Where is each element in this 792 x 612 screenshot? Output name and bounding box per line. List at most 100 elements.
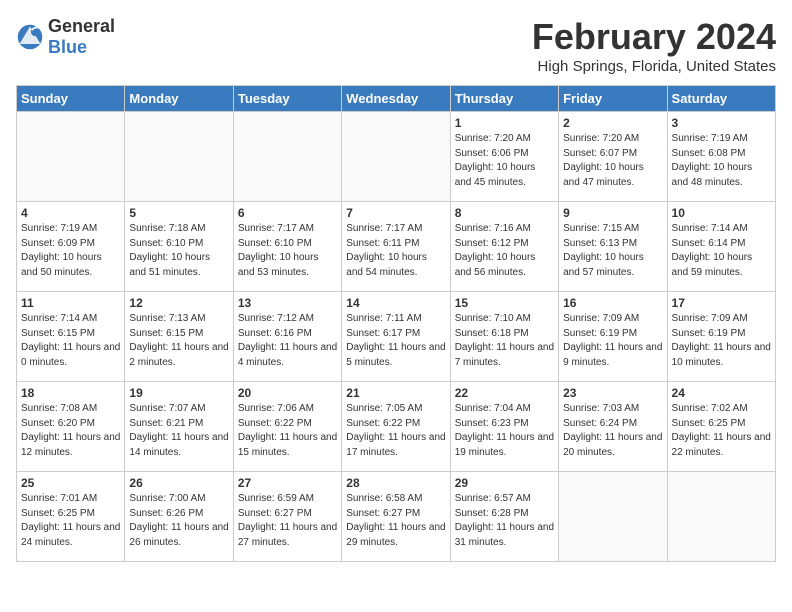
calendar-week-4: 18 Sunrise: 7:08 AM Sunset: 6:20 PM Dayl… [17, 382, 776, 472]
calendar-week-1: 1 Sunrise: 7:20 AM Sunset: 6:06 PM Dayli… [17, 112, 776, 202]
day-number: 11 [21, 296, 120, 310]
day-info: Sunrise: 7:04 AM Sunset: 6:23 PM Dayligh… [455, 402, 554, 460]
day-info: Sunrise: 7:14 AM Sunset: 6:14 PM Dayligh… [672, 222, 771, 280]
day-info: Sunrise: 7:19 AM Sunset: 6:08 PM Dayligh… [672, 132, 771, 190]
calendar-cell: 29 Sunrise: 6:57 AM Sunset: 6:28 PM Dayl… [450, 472, 558, 562]
day-number: 25 [21, 476, 120, 490]
day-number: 21 [346, 386, 445, 400]
calendar-cell: 8 Sunrise: 7:16 AM Sunset: 6:12 PM Dayli… [450, 202, 558, 292]
month-title: February 2024 [532, 16, 776, 58]
day-info: Sunrise: 7:16 AM Sunset: 6:12 PM Dayligh… [455, 222, 554, 280]
calendar-week-5: 25 Sunrise: 7:01 AM Sunset: 6:25 PM Dayl… [17, 472, 776, 562]
calendar-cell [233, 112, 341, 202]
calendar-week-3: 11 Sunrise: 7:14 AM Sunset: 6:15 PM Dayl… [17, 292, 776, 382]
day-number: 19 [129, 386, 228, 400]
day-info: Sunrise: 7:20 AM Sunset: 6:07 PM Dayligh… [563, 132, 662, 190]
day-number: 9 [563, 206, 662, 220]
day-number: 29 [455, 476, 554, 490]
day-info: Sunrise: 6:59 AM Sunset: 6:27 PM Dayligh… [238, 492, 337, 550]
calendar-cell: 1 Sunrise: 7:20 AM Sunset: 6:06 PM Dayli… [450, 112, 558, 202]
calendar-cell: 18 Sunrise: 7:08 AM Sunset: 6:20 PM Dayl… [17, 382, 125, 472]
day-info: Sunrise: 7:02 AM Sunset: 6:25 PM Dayligh… [672, 402, 771, 460]
calendar-cell: 14 Sunrise: 7:11 AM Sunset: 6:17 PM Dayl… [342, 292, 450, 382]
day-number: 23 [563, 386, 662, 400]
day-number: 4 [21, 206, 120, 220]
calendar-cell: 7 Sunrise: 7:17 AM Sunset: 6:11 PM Dayli… [342, 202, 450, 292]
calendar-cell: 12 Sunrise: 7:13 AM Sunset: 6:15 PM Dayl… [125, 292, 233, 382]
day-info: Sunrise: 7:18 AM Sunset: 6:10 PM Dayligh… [129, 222, 228, 280]
calendar-cell: 20 Sunrise: 7:06 AM Sunset: 6:22 PM Dayl… [233, 382, 341, 472]
day-info: Sunrise: 7:14 AM Sunset: 6:15 PM Dayligh… [21, 312, 120, 370]
calendar-cell [342, 112, 450, 202]
calendar-cell: 22 Sunrise: 7:04 AM Sunset: 6:23 PM Dayl… [450, 382, 558, 472]
day-number: 14 [346, 296, 445, 310]
day-number: 6 [238, 206, 337, 220]
logo-blue: Blue [48, 37, 87, 57]
calendar-header-row: SundayMondayTuesdayWednesdayThursdayFrid… [17, 86, 776, 112]
day-info: Sunrise: 7:17 AM Sunset: 6:10 PM Dayligh… [238, 222, 337, 280]
day-info: Sunrise: 7:07 AM Sunset: 6:21 PM Dayligh… [129, 402, 228, 460]
calendar-cell: 3 Sunrise: 7:19 AM Sunset: 6:08 PM Dayli… [667, 112, 775, 202]
day-number: 8 [455, 206, 554, 220]
day-number: 7 [346, 206, 445, 220]
day-info: Sunrise: 7:20 AM Sunset: 6:06 PM Dayligh… [455, 132, 554, 190]
day-info: Sunrise: 7:15 AM Sunset: 6:13 PM Dayligh… [563, 222, 662, 280]
day-info: Sunrise: 7:19 AM Sunset: 6:09 PM Dayligh… [21, 222, 120, 280]
day-number: 20 [238, 386, 337, 400]
day-info: Sunrise: 7:05 AM Sunset: 6:22 PM Dayligh… [346, 402, 445, 460]
page-header: General Blue February 2024 High Springs,… [16, 16, 776, 75]
calendar-cell [667, 472, 775, 562]
day-info: Sunrise: 7:03 AM Sunset: 6:24 PM Dayligh… [563, 402, 662, 460]
day-info: Sunrise: 7:09 AM Sunset: 6:19 PM Dayligh… [672, 312, 771, 370]
calendar-cell: 5 Sunrise: 7:18 AM Sunset: 6:10 PM Dayli… [125, 202, 233, 292]
calendar-cell [559, 472, 667, 562]
calendar-cell: 23 Sunrise: 7:03 AM Sunset: 6:24 PM Dayl… [559, 382, 667, 472]
title-block: February 2024 High Springs, Florida, Uni… [532, 16, 776, 75]
weekday-header-tuesday: Tuesday [233, 86, 341, 112]
day-info: Sunrise: 6:58 AM Sunset: 6:27 PM Dayligh… [346, 492, 445, 550]
day-info: Sunrise: 7:13 AM Sunset: 6:15 PM Dayligh… [129, 312, 228, 370]
day-info: Sunrise: 7:10 AM Sunset: 6:18 PM Dayligh… [455, 312, 554, 370]
day-number: 28 [346, 476, 445, 490]
logo-icon [16, 23, 44, 51]
calendar-cell: 10 Sunrise: 7:14 AM Sunset: 6:14 PM Dayl… [667, 202, 775, 292]
day-number: 17 [672, 296, 771, 310]
weekday-header-wednesday: Wednesday [342, 86, 450, 112]
calendar-cell: 2 Sunrise: 7:20 AM Sunset: 6:07 PM Dayli… [559, 112, 667, 202]
day-info: Sunrise: 7:06 AM Sunset: 6:22 PM Dayligh… [238, 402, 337, 460]
calendar-cell: 11 Sunrise: 7:14 AM Sunset: 6:15 PM Dayl… [17, 292, 125, 382]
calendar-cell: 27 Sunrise: 6:59 AM Sunset: 6:27 PM Dayl… [233, 472, 341, 562]
day-info: Sunrise: 7:00 AM Sunset: 6:26 PM Dayligh… [129, 492, 228, 550]
day-number: 18 [21, 386, 120, 400]
calendar-cell: 4 Sunrise: 7:19 AM Sunset: 6:09 PM Dayli… [17, 202, 125, 292]
day-number: 26 [129, 476, 228, 490]
calendar-cell: 6 Sunrise: 7:17 AM Sunset: 6:10 PM Dayli… [233, 202, 341, 292]
calendar-cell [17, 112, 125, 202]
calendar-table: SundayMondayTuesdayWednesdayThursdayFrid… [16, 85, 776, 562]
day-info: Sunrise: 7:01 AM Sunset: 6:25 PM Dayligh… [21, 492, 120, 550]
calendar-cell: 26 Sunrise: 7:00 AM Sunset: 6:26 PM Dayl… [125, 472, 233, 562]
calendar-cell: 25 Sunrise: 7:01 AM Sunset: 6:25 PM Dayl… [17, 472, 125, 562]
day-number: 12 [129, 296, 228, 310]
calendar-cell: 13 Sunrise: 7:12 AM Sunset: 6:16 PM Dayl… [233, 292, 341, 382]
calendar-cell: 24 Sunrise: 7:02 AM Sunset: 6:25 PM Dayl… [667, 382, 775, 472]
day-number: 24 [672, 386, 771, 400]
day-info: Sunrise: 7:08 AM Sunset: 6:20 PM Dayligh… [21, 402, 120, 460]
weekday-header-sunday: Sunday [17, 86, 125, 112]
calendar-cell: 15 Sunrise: 7:10 AM Sunset: 6:18 PM Dayl… [450, 292, 558, 382]
day-info: Sunrise: 7:12 AM Sunset: 6:16 PM Dayligh… [238, 312, 337, 370]
day-number: 3 [672, 116, 771, 130]
weekday-header-friday: Friday [559, 86, 667, 112]
location-title: High Springs, Florida, United States [532, 58, 776, 75]
weekday-header-saturday: Saturday [667, 86, 775, 112]
logo-general: General [48, 16, 115, 36]
calendar-cell [125, 112, 233, 202]
day-number: 5 [129, 206, 228, 220]
calendar-cell: 28 Sunrise: 6:58 AM Sunset: 6:27 PM Dayl… [342, 472, 450, 562]
day-number: 22 [455, 386, 554, 400]
day-info: Sunrise: 7:09 AM Sunset: 6:19 PM Dayligh… [563, 312, 662, 370]
calendar-cell: 9 Sunrise: 7:15 AM Sunset: 6:13 PM Dayli… [559, 202, 667, 292]
calendar-cell: 21 Sunrise: 7:05 AM Sunset: 6:22 PM Dayl… [342, 382, 450, 472]
day-number: 27 [238, 476, 337, 490]
weekday-header-monday: Monday [125, 86, 233, 112]
